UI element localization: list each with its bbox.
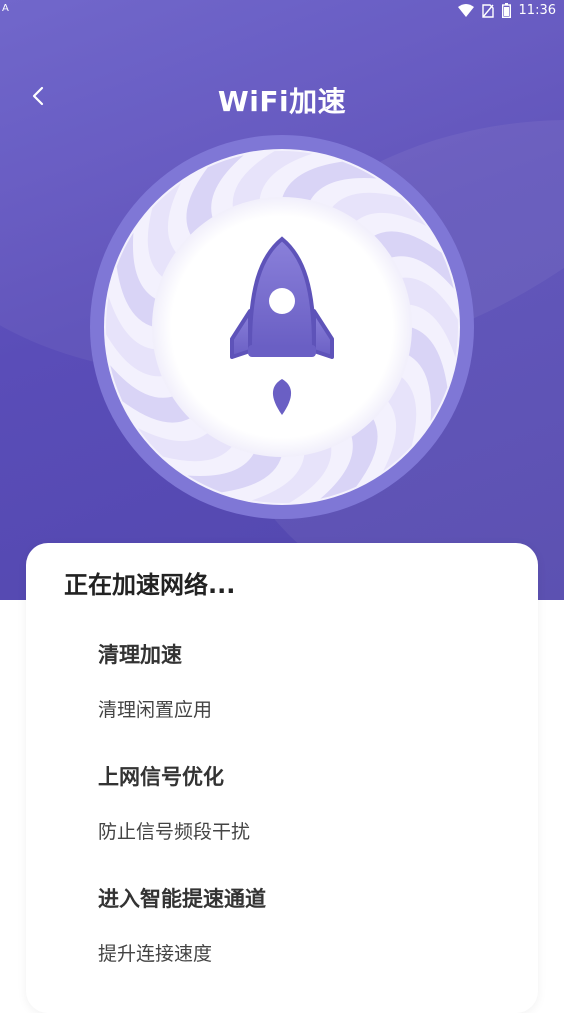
step-description: 防止信号频段干扰 <box>98 821 251 843</box>
step-title: 进入智能提速通道 <box>98 887 266 911</box>
speed-fan-graphic <box>88 133 476 521</box>
progress-card: 正在加速网络... 清理加速 清理闲置应用 上网信号优化 防止信号频段干扰 进入… <box>26 543 538 1013</box>
card-heading: 正在加速网络... <box>64 571 236 599</box>
page-title: WiFi加速 <box>217 85 347 118</box>
status-icons: 11:36 <box>457 3 556 18</box>
wifi-icon <box>457 4 474 17</box>
step-description: 清理闲置应用 <box>98 699 213 721</box>
step-description: 提升连接速度 <box>98 943 213 965</box>
step-title: 清理加速 <box>98 643 182 667</box>
battery-icon <box>501 3 511 18</box>
status-left-indicator: A <box>2 3 9 14</box>
status-time: 11:36 <box>518 3 556 18</box>
no-sim-icon <box>481 3 494 18</box>
hero-background: A 11:36 WiFi加速 <box>0 0 564 600</box>
step-title: 上网信号优化 <box>98 765 224 789</box>
fan-svg <box>90 135 474 519</box>
status-bar: A 11:36 <box>0 0 564 24</box>
